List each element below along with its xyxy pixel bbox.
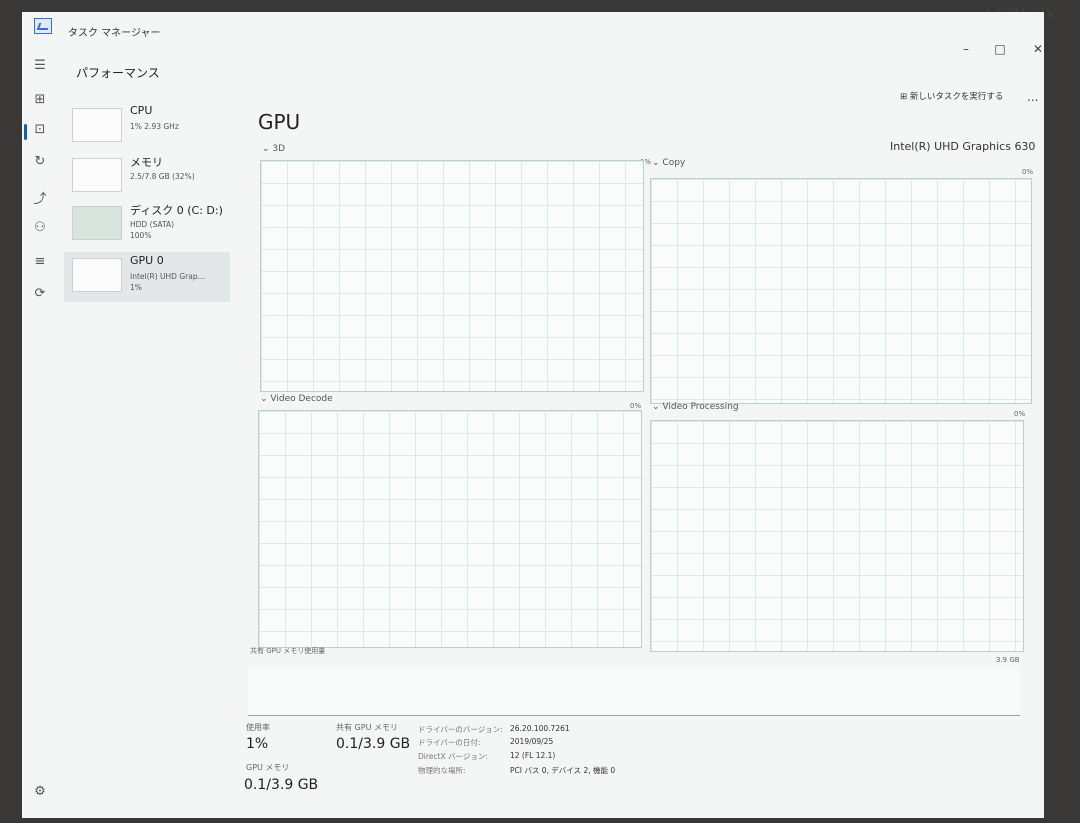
driver-date-key: ドライバーの日付: xyxy=(418,738,481,747)
engine-dropdown-copy[interactable]: ⌄ Copy xyxy=(652,158,685,168)
physical-location-key: 物理的な場所: xyxy=(418,766,466,775)
memory-mini-graph xyxy=(72,158,122,192)
driver-version-key: ドライバーのバージョン: xyxy=(418,725,503,734)
run-task-icon: ⊞ xyxy=(900,92,908,102)
driver-date-value: 2019/09/25 xyxy=(510,737,554,746)
details-icon[interactable]: ≡ xyxy=(30,254,50,269)
task-manager-app-icon xyxy=(34,18,52,34)
startup-icon[interactable]: ⤴ xyxy=(30,188,50,207)
usage-label: 使用率 xyxy=(246,723,270,732)
minimize-button[interactable]: – xyxy=(956,42,976,56)
graph-copy xyxy=(650,178,1032,404)
device-detail: 1% 2.93 GHz xyxy=(130,122,179,131)
shared-gpu-memory-value: 0.1/3.9 GB xyxy=(336,736,411,752)
shared-memory-max: 3.9 GB xyxy=(996,656,1020,664)
device-name: GPU 0 xyxy=(130,254,164,267)
run-task-label: 新しいタスクを実行する xyxy=(909,92,1004,102)
graph-video-decode xyxy=(258,410,642,648)
driver-version-value: 26.20.100.7261 xyxy=(510,724,570,733)
page-title: パフォーマンス xyxy=(76,66,160,80)
disk-mini-graph xyxy=(72,206,122,240)
device-detail: 2.5/7.8 GB (32%) xyxy=(130,172,195,181)
cpu-mini-graph xyxy=(72,108,122,142)
directx-version-value: 12 (FL 12.1) xyxy=(510,751,556,760)
close-button[interactable]: ✕ xyxy=(1028,42,1044,56)
services-icon[interactable]: ⟳ xyxy=(30,286,50,301)
users-icon[interactable]: ⚇ xyxy=(30,220,50,235)
shared-gpu-memory-label: 共有 GPU メモリ xyxy=(336,723,398,732)
gpu-title: GPU xyxy=(258,110,301,134)
title-bar: タスク マネージャー – □ ✕ xyxy=(22,12,1044,56)
engine-pct-video-decode: 0% xyxy=(630,402,642,410)
more-options-button[interactable]: ... xyxy=(1027,90,1038,104)
processes-icon[interactable]: ⊞ xyxy=(30,92,50,107)
device-item-gpu[interactable]: GPU 0 Intel(R) UHD Grap... 1% xyxy=(64,252,230,302)
device-name: ディスク 0 (C: D:) xyxy=(130,204,223,217)
engine-dropdown-3d[interactable]: ⌄ 3D xyxy=(262,144,285,154)
history-icon[interactable]: ↻ xyxy=(30,154,50,169)
device-usage: 1% xyxy=(130,283,142,292)
device-item-memory[interactable]: メモリ 2.5/7.8 GB (32%) xyxy=(64,152,230,202)
device-name: メモリ xyxy=(130,156,163,169)
engine-pct-video-processing: 0% xyxy=(1014,410,1026,418)
gpu-mini-graph xyxy=(72,258,122,292)
engine-dropdown-video-decode[interactable]: ⌄ Video Decode xyxy=(260,394,333,404)
device-detail: HDD (SATA) xyxy=(130,220,175,229)
device-usage: 100% xyxy=(130,231,152,240)
device-name: CPU xyxy=(130,104,153,117)
graph-video-processing xyxy=(650,420,1024,652)
task-manager-window: タスク マネージャー – □ ✕ ☰ ⊞ ⊡ ↻ ⤴ ⚇ ≡ ⟳ ⚙ パフォーマ… xyxy=(22,12,1044,818)
settings-icon[interactable]: ⚙ xyxy=(30,784,50,799)
window-title: タスク マネージャー xyxy=(68,28,161,39)
hamburger-icon[interactable]: ☰ xyxy=(30,58,50,73)
physical-location-value: PCI バス 0, デバイス 2, 機能 0 xyxy=(510,766,616,775)
engine-dropdown-video-processing[interactable]: ⌄ Video Processing xyxy=(652,402,739,412)
gpu-memory-label: GPU メモリ xyxy=(246,763,290,772)
directx-version-key: DirectX バージョン: xyxy=(418,752,488,761)
device-detail: Intel(R) UHD Grap... xyxy=(130,272,205,281)
engine-pct-copy: 0% xyxy=(1022,168,1034,176)
active-indicator xyxy=(24,124,27,140)
gpu-memory-value: 0.1/3.9 GB xyxy=(244,777,319,793)
device-item-cpu[interactable]: CPU 1% 2.93 GHz xyxy=(64,102,230,152)
shared-memory-usage-label: 共有 GPU メモリ使用量 xyxy=(250,647,326,655)
gpu-model-name: Intel(R) UHD Graphics 630 xyxy=(890,140,1036,153)
navigation-rail: ☰ ⊞ ⊡ ↻ ⤴ ⚇ ≡ ⟳ ⚙ xyxy=(22,48,60,818)
run-new-task-button[interactable]: ⊞ 新しいタスクを実行する xyxy=(900,90,1003,102)
graph-3d xyxy=(260,160,644,392)
maximize-button[interactable]: □ xyxy=(990,42,1010,56)
device-item-disk[interactable]: ディスク 0 (C: D:) HDD (SATA) 100% xyxy=(64,200,230,250)
usage-value: 1% xyxy=(246,736,269,752)
performance-icon[interactable]: ⊡ xyxy=(30,122,50,137)
shared-memory-graph xyxy=(248,667,1020,716)
